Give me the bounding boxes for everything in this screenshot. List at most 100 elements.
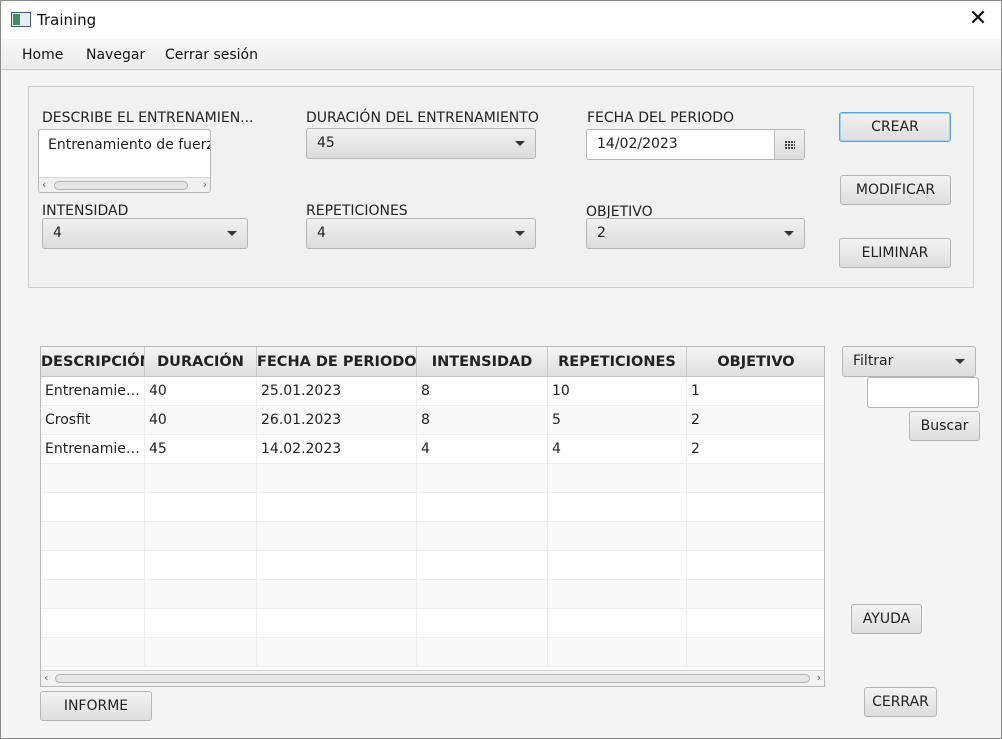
table-cell (41, 493, 145, 522)
repetitions-value: 4 (317, 225, 326, 241)
table-cell (145, 551, 257, 580)
table-row[interactable] (41, 522, 824, 551)
table-cell (145, 609, 257, 638)
table-cell (548, 551, 687, 580)
column-header-intensidad[interactable]: INTENSIDAD (417, 347, 548, 377)
table-cell: 5 (548, 406, 687, 435)
scroll-right-icon[interactable]: › (203, 178, 207, 192)
description-text: Entrenamiento de fuerza (48, 137, 211, 153)
table-cell (417, 493, 548, 522)
date-label: FECHA DEL PERIODO (587, 110, 735, 126)
table-row[interactable] (41, 638, 824, 667)
intensity-select[interactable]: 4 (42, 218, 248, 249)
duration-label: DURACIÓN DEL ENTRENAMIENTO (306, 110, 539, 126)
table-cell (687, 609, 824, 638)
duration-value: 45 (317, 135, 335, 151)
table-cell (687, 580, 824, 609)
table-row[interactable] (41, 464, 824, 493)
table-cell (257, 609, 417, 638)
table-cell: Entrenamiento de fuerza (41, 377, 145, 406)
table-cell (257, 522, 417, 551)
date-value: 14/02/2023 (597, 136, 678, 152)
column-header-duracion[interactable]: DURACIÓN (145, 347, 257, 377)
description-textarea[interactable]: Entrenamiento de fuerza ‹ › (38, 129, 211, 193)
window-title: Training (37, 11, 97, 29)
column-header-objetivo[interactable]: OBJETIVO (687, 347, 824, 377)
scroll-thumb[interactable] (54, 181, 188, 190)
search-button[interactable]: Buscar (909, 411, 980, 441)
intensity-label: INTENSIDAD (42, 203, 129, 219)
table-cell: 2 (687, 406, 824, 435)
calendar-button[interactable] (774, 130, 804, 159)
modify-button[interactable]: MODIFICAR (840, 175, 951, 205)
close-button[interactable]: CERRAR (864, 687, 937, 717)
table-row[interactable] (41, 609, 824, 638)
table-cell: Entrenamiento de fuerza (41, 435, 145, 464)
scroll-left-icon[interactable]: ‹ (42, 178, 46, 192)
scroll-thumb[interactable] (55, 674, 810, 683)
scroll-right-icon[interactable]: › (817, 671, 821, 685)
date-picker[interactable]: 14/02/2023 (586, 129, 805, 160)
table-cell (145, 580, 257, 609)
column-header-repeticiones[interactable]: REPETICIONES (548, 347, 687, 377)
create-button[interactable]: CREAR (839, 112, 951, 142)
table-cell (145, 638, 257, 667)
table-cell (41, 464, 145, 493)
training-table[interactable]: DESCRIPCIÓN DURACIÓN FECHA DE PERIODO IN… (40, 346, 825, 687)
table-cell (417, 580, 548, 609)
description-scrollbar[interactable]: ‹ › (39, 177, 210, 192)
duration-select[interactable]: 45 (306, 128, 536, 159)
table-cell: 4 (417, 435, 548, 464)
table-cell (257, 464, 417, 493)
menu-home[interactable]: Home (22, 47, 63, 63)
table-cell: 4 (548, 435, 687, 464)
table-cell (548, 464, 687, 493)
column-header-descripcion[interactable]: DESCRIPCIÓN (41, 347, 145, 377)
table-row[interactable]: Entrenamiento de fuerza4025.01.20238101 (41, 377, 824, 406)
filter-select[interactable]: Filtrar (842, 346, 976, 377)
table-cell (687, 493, 824, 522)
table-cell: 25.01.2023 (257, 377, 417, 406)
close-icon[interactable]: ✕ (961, 3, 995, 37)
table-row[interactable] (41, 551, 824, 580)
table-cell (417, 638, 548, 667)
table-cell (257, 551, 417, 580)
scroll-left-icon[interactable]: ‹ (44, 671, 48, 685)
menu-bar: Home Navegar Cerrar sesión (1, 39, 1001, 70)
table-cell (417, 464, 548, 493)
table-cell (417, 609, 548, 638)
table-cell: Crosfit (41, 406, 145, 435)
table-cell (145, 522, 257, 551)
app-window: Training ✕ Home Navegar Cerrar sesión DE… (0, 0, 1002, 739)
table-row[interactable]: Crosfit 40 26.01.2023 8 5 2 (41, 406, 824, 435)
table-cell (257, 580, 417, 609)
column-header-fecha[interactable]: FECHA DE PERIODO (257, 347, 417, 377)
table-cell (145, 493, 257, 522)
delete-button[interactable]: ELIMINAR (839, 238, 951, 268)
table-cell: 2 (687, 435, 824, 464)
java-app-icon (11, 12, 31, 27)
table-row[interactable] (41, 493, 824, 522)
table-cell (41, 522, 145, 551)
report-button[interactable]: INFORME (40, 691, 152, 721)
table-cell: 26.01.2023 (257, 406, 417, 435)
table-cell (417, 522, 548, 551)
menu-cerrar-sesion[interactable]: Cerrar sesión (165, 47, 258, 63)
repetitions-select[interactable]: 4 (306, 218, 536, 249)
table-scrollbar[interactable]: ‹ › (41, 670, 824, 686)
objective-select[interactable]: 2 (586, 218, 805, 249)
table-row[interactable] (41, 580, 824, 609)
table-cell (548, 638, 687, 667)
help-button[interactable]: AYUDA (851, 604, 922, 634)
table-cell: 1 (687, 377, 824, 406)
chevron-down-icon (515, 231, 525, 236)
table-cell: 8 (417, 406, 548, 435)
chevron-down-icon (784, 231, 794, 236)
table-cell (257, 638, 417, 667)
table-cell: 40 (145, 406, 257, 435)
table-row[interactable]: Entrenamiento de fuerza4514.02.2023442 (41, 435, 824, 464)
search-input[interactable] (867, 377, 979, 408)
menu-navegar[interactable]: Navegar (86, 47, 145, 63)
table-header: DESCRIPCIÓN DURACIÓN FECHA DE PERIODO IN… (41, 347, 824, 377)
table-cell: 14.02.2023 (257, 435, 417, 464)
